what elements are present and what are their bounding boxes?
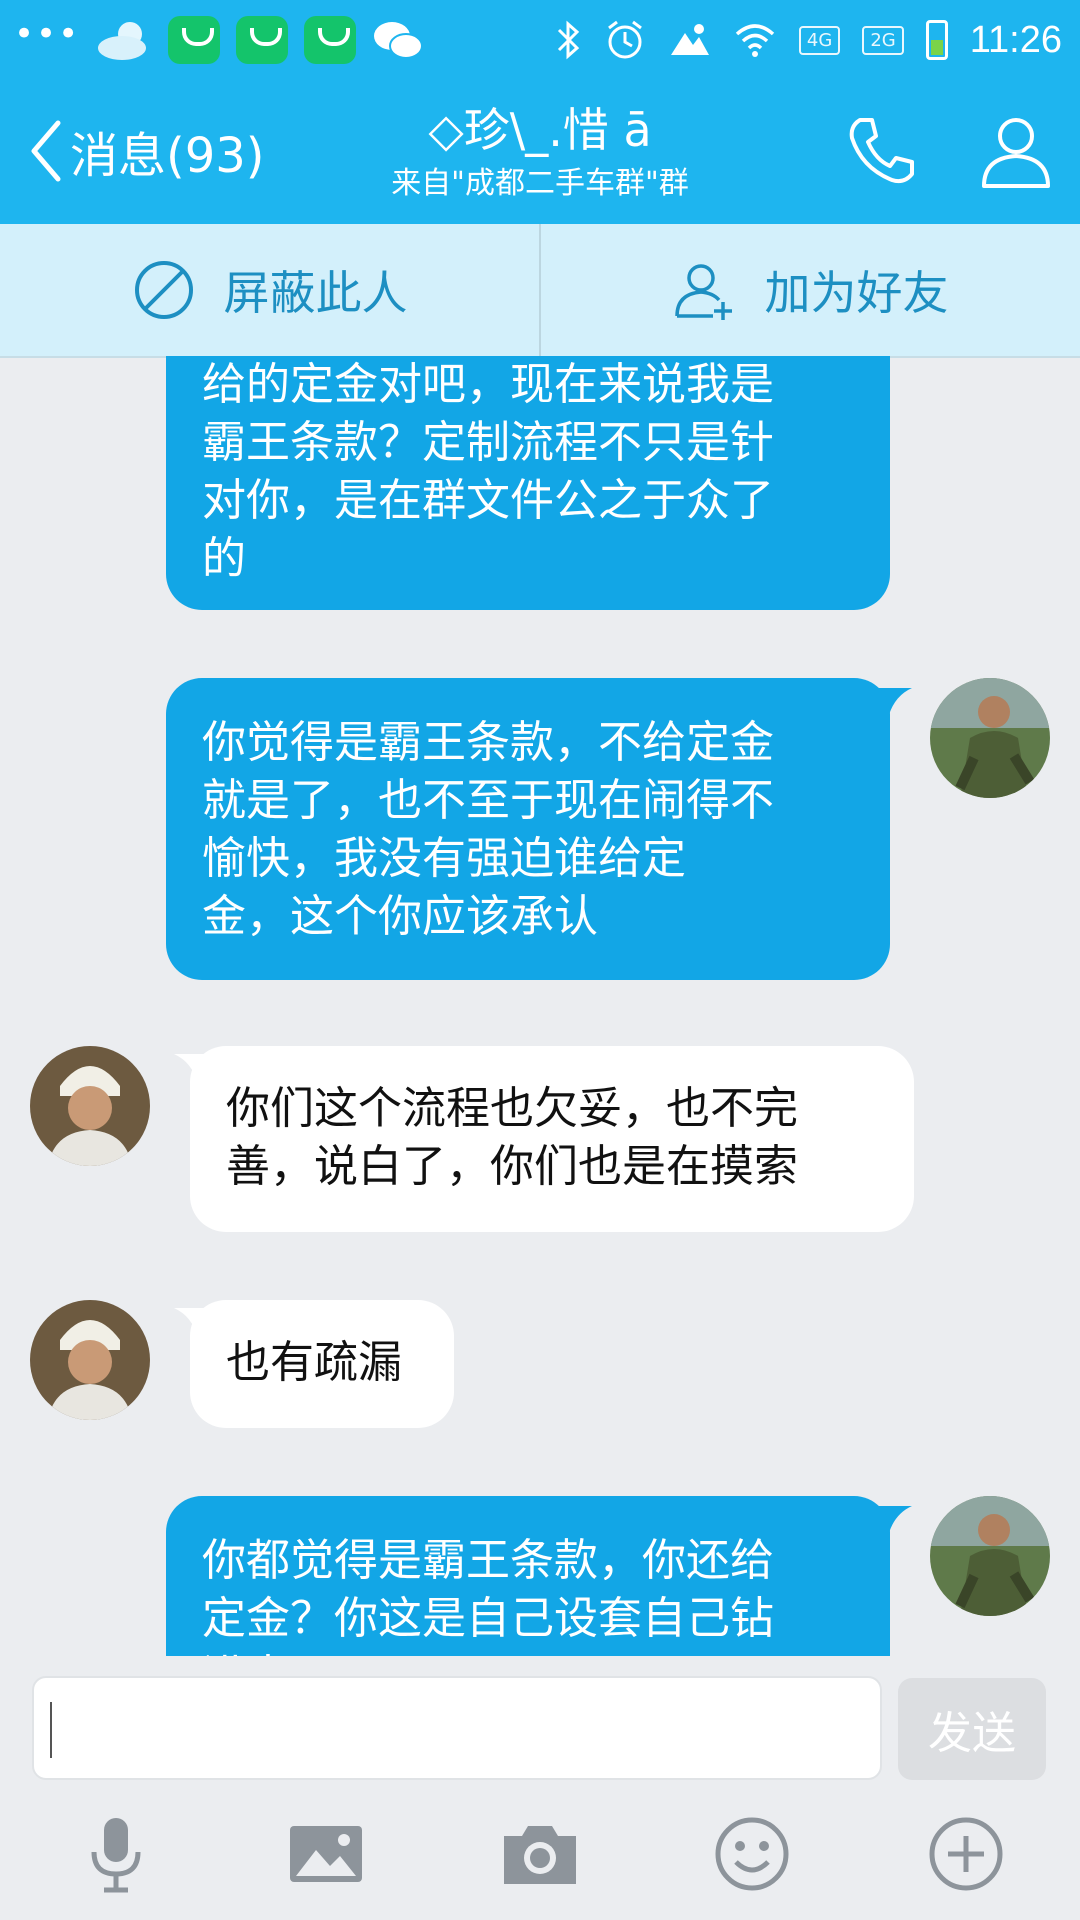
chat-header: 消息(93) ◇珍\_.惜 ā 来自"成都二手车群"群 <box>0 80 1080 224</box>
back-label: 消息(93) <box>70 128 265 184</box>
wechat-icon <box>374 22 424 59</box>
message-line: 进去 <box>202 1648 854 1656</box>
message-line: 你们这个流程也欠妥，也不完 <box>226 1083 798 1134</box>
block-user-label: 屏蔽此人 <box>223 266 408 320</box>
message-bubble-incoming[interactable]: 也有疏漏 <box>190 1300 454 1428</box>
app-store-icon <box>168 16 221 64</box>
message-line: 你觉得是霸王条款，不给定金 <box>202 717 774 768</box>
message-line: 你都觉得是霸王条款，你还给 <box>202 1535 774 1586</box>
contact-name: ◇珍\_.惜 ā <box>428 103 652 157</box>
message-bubble-incoming[interactable]: 你们这个流程也欠妥，也不完 善，说白了，你们也是在摸索 <box>190 1046 914 1232</box>
message-line: 定金？你这是自己设套自己钻 <box>202 1593 774 1644</box>
my-avatar[interactable] <box>930 678 1050 798</box>
phone-icon <box>849 118 914 184</box>
avatar-photo <box>30 1046 150 1166</box>
microphone-icon <box>91 1818 141 1893</box>
app-store-icon <box>304 16 357 64</box>
plus-icon <box>929 1817 1003 1891</box>
add-friend-label: 加为好友 <box>764 266 949 320</box>
image-icon <box>290 1826 362 1882</box>
wifi-icon <box>735 24 775 57</box>
message-bubble-outgoing[interactable]: 你都觉得是霸王条款，你还给 定金？你这是自己设套自己钻 进去 <box>166 1496 890 1656</box>
contact-title: ◇珍\_.惜 ā 来自"成都二手车群"群 <box>300 102 780 204</box>
cloud-sync-icon <box>670 24 709 55</box>
more-button[interactable] <box>924 1812 1008 1896</box>
profile-button[interactable] <box>976 110 1056 190</box>
composer-toolbar <box>0 1788 1080 1920</box>
status-bar: ••• 4G 2G 11:26 <box>0 0 1080 80</box>
message-line: 善，说白了，你们也是在摸索 <box>226 1141 798 1192</box>
message-line: 霸王条款？定制流程不只是针 <box>202 417 774 468</box>
voice-button[interactable] <box>74 1812 158 1896</box>
add-friend-button[interactable]: 加为好友 <box>539 224 1080 356</box>
back-button[interactable]: 消息(93) <box>28 116 265 186</box>
call-button[interactable] <box>842 110 922 190</box>
message-line: 就是了，也不至于现在闹得不 <box>202 775 774 826</box>
avatar-photo <box>930 1496 1050 1616</box>
message-bubble-outgoing[interactable]: 给的定金对吧，现在来说我是 霸王条款？定制流程不只是针 对你，是在群文件公之于众… <box>166 356 890 610</box>
send-button[interactable]: 发送 <box>898 1678 1046 1780</box>
avatar-photo <box>30 1300 150 1420</box>
my-avatar[interactable] <box>930 1496 1050 1616</box>
signal-4g-icon: 4G <box>798 25 841 55</box>
composer: 发送 <box>0 1656 1080 1788</box>
add-user-icon <box>674 264 732 320</box>
message-line: 也有疏漏 <box>226 1337 402 1388</box>
image-button[interactable] <box>284 1812 368 1896</box>
message-line: 对你，是在群文件公之于众了 <box>202 475 774 526</box>
status-time: 11:26 <box>969 18 1062 61</box>
user-icon <box>982 118 1050 188</box>
contact-avatar[interactable] <box>30 1300 150 1420</box>
contact-avatar[interactable] <box>30 1046 150 1166</box>
message-input[interactable] <box>32 1676 882 1780</box>
battery-icon <box>925 20 948 60</box>
chevron-left-icon <box>31 120 61 182</box>
emoji-button[interactable] <box>710 1812 794 1896</box>
camera-icon <box>504 1826 576 1884</box>
message-line: 的 <box>202 533 246 584</box>
message-list[interactable]: 给的定金对吧，现在来说我是 霸王条款？定制流程不只是针 对你，是在群文件公之于众… <box>0 356 1080 1656</box>
camera-button[interactable] <box>498 1812 582 1896</box>
more-notifications-icon: ••• <box>14 14 81 54</box>
contact-source: 来自"成都二手车群"群 <box>391 166 689 201</box>
text-caret <box>50 1702 52 1758</box>
emoji-icon <box>715 1817 789 1891</box>
block-icon <box>134 261 193 319</box>
message-line: 愉快，我没有强迫谁给定 <box>202 833 686 884</box>
avatar-photo <box>930 678 1050 798</box>
stranger-action-bar: 屏蔽此人 加为好友 <box>0 224 1080 358</box>
message-line: 给的定金对吧，现在来说我是 <box>202 359 774 410</box>
block-user-button[interactable]: 屏蔽此人 <box>0 224 539 356</box>
signal-2g-icon: 2G <box>862 25 904 55</box>
weather-cloud-icon <box>98 22 147 60</box>
bluetooth-icon <box>557 20 580 60</box>
message-line: 金，这个你应该承认 <box>202 891 598 942</box>
alarm-icon <box>608 20 642 59</box>
message-bubble-outgoing[interactable]: 你觉得是霸王条款，不给定金 就是了，也不至于现在闹得不 愉快，我没有强迫谁给定 … <box>166 678 890 980</box>
app-store-icon <box>236 16 289 64</box>
